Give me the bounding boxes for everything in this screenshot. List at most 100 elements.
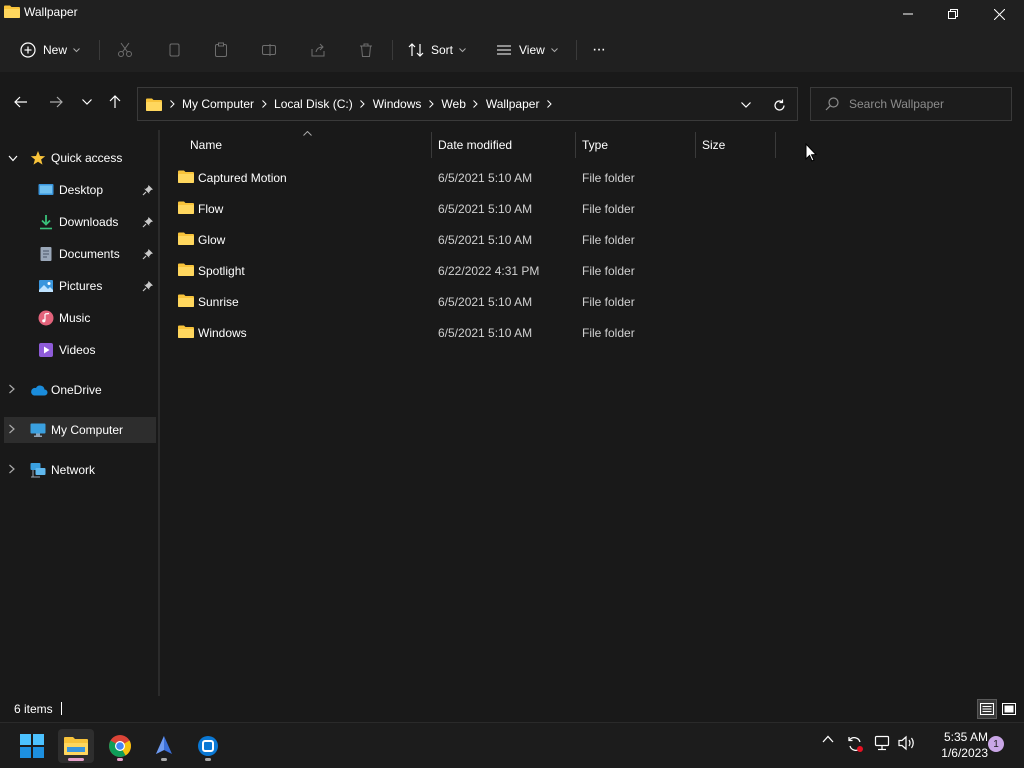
breadcrumb-my-computer[interactable]: My Computer <box>182 97 254 111</box>
column-divider[interactable] <box>775 132 776 158</box>
column-header-type[interactable]: Type <box>582 138 608 152</box>
table-row[interactable]: Captured Motion 6/5/2021 5:10 AM File fo… <box>170 162 780 192</box>
breadcrumb-local-disk[interactable]: Local Disk (C:) <box>274 97 353 111</box>
sidebar-item-network[interactable]: Network <box>4 457 156 483</box>
minimize-button[interactable] <box>885 0 931 28</box>
address-history-button[interactable] <box>738 98 754 112</box>
chevron-down-icon <box>459 47 466 52</box>
column-header-date-modified[interactable]: Date modified <box>438 138 512 152</box>
table-row[interactable]: Windows 6/5/2021 5:10 AM File folder <box>170 317 780 347</box>
breadcrumb: My Computer Local Disk (C:) Windows Web … <box>146 88 559 120</box>
view-label: View <box>519 43 545 57</box>
up-button[interactable] <box>103 88 127 116</box>
rename-button[interactable] <box>261 36 277 64</box>
refresh-icon <box>773 99 785 111</box>
file-type: File folder <box>582 295 635 309</box>
sidebar-item-downloads[interactable]: Downloads <box>4 209 156 235</box>
chevron-right-icon[interactable] <box>8 424 16 434</box>
sidebar-item-documents[interactable]: Documents <box>4 241 156 267</box>
refresh-button[interactable] <box>770 96 788 114</box>
desktop-icon <box>38 184 54 195</box>
chevron-right-icon[interactable] <box>8 464 16 474</box>
running-indicator <box>161 758 167 761</box>
recent-locations-button[interactable] <box>75 88 99 116</box>
restore-button[interactable] <box>930 0 976 28</box>
clock[interactable]: 5:35 AM 1/6/2023 <box>924 729 988 761</box>
file-type: File folder <box>582 233 635 247</box>
sidebar-item-pictures[interactable]: Pictures <box>4 273 156 299</box>
folder-icon <box>178 294 194 307</box>
close-button[interactable] <box>976 0 1022 28</box>
taskbar-file-explorer[interactable] <box>58 729 94 763</box>
cut-button[interactable] <box>117 36 133 64</box>
sort-icon <box>408 43 424 57</box>
sidebar-item-label: Downloads <box>59 215 119 229</box>
clock-date: 1/6/2023 <box>941 746 988 760</box>
forward-button[interactable] <box>44 88 68 116</box>
chevron-right-icon[interactable] <box>539 100 559 108</box>
view-button[interactable]: View <box>496 36 558 64</box>
column-header-name[interactable]: Name <box>190 138 222 152</box>
search-box[interactable] <box>810 87 1012 121</box>
column-divider[interactable] <box>431 132 432 158</box>
notification-badge[interactable]: 1 <box>988 736 1004 752</box>
taskbar: 5:35 AM 1/6/2023 <box>0 722 1024 768</box>
sidebar-item-videos[interactable]: Videos <box>4 337 156 363</box>
show-hidden-icons-button[interactable] <box>822 735 834 743</box>
chevron-right-icon[interactable] <box>466 100 486 108</box>
documents-icon <box>40 247 52 261</box>
folder-icon <box>178 325 194 338</box>
sidebar-item-desktop[interactable]: Desktop <box>4 177 156 203</box>
share-button[interactable] <box>310 36 326 64</box>
breadcrumb-web[interactable]: Web <box>441 97 465 111</box>
sort-label: Sort <box>431 43 454 57</box>
new-button[interactable]: New <box>20 36 80 64</box>
table-row[interactable]: Sunrise 6/5/2021 5:10 AM File folder <box>170 286 780 316</box>
address-bar[interactable]: My Computer Local Disk (C:) Windows Web … <box>137 87 798 121</box>
column-divider[interactable] <box>695 132 696 158</box>
pin-icon[interactable] <box>142 216 154 228</box>
copy-button[interactable] <box>166 36 182 64</box>
pin-icon[interactable] <box>142 248 154 260</box>
back-button[interactable] <box>9 88 33 116</box>
sidebar-item-onedrive[interactable]: OneDrive <box>4 377 156 403</box>
running-indicator <box>117 758 123 761</box>
table-row[interactable]: Flow 6/5/2021 5:10 AM File folder <box>170 193 780 223</box>
column-header-size[interactable]: Size <box>702 138 725 152</box>
see-more-button[interactable]: ··· <box>592 36 606 64</box>
sync-tray-icon[interactable] <box>846 735 864 753</box>
breadcrumb-windows[interactable]: Windows <box>373 97 422 111</box>
sort-button[interactable]: Sort <box>408 36 466 64</box>
column-divider[interactable] <box>575 132 576 158</box>
network-tray-icon[interactable] <box>873 735 891 751</box>
large-icons-view-button[interactable] <box>999 699 1019 719</box>
chevron-right-icon[interactable] <box>421 100 441 108</box>
sidebar-item-label: Videos <box>59 343 96 357</box>
details-view-button[interactable] <box>977 699 997 719</box>
chevron-right-icon[interactable] <box>8 384 16 394</box>
taskbar-app[interactable] <box>190 729 226 763</box>
pin-icon[interactable] <box>142 184 154 196</box>
start-button[interactable] <box>14 729 50 763</box>
breadcrumb-wallpaper[interactable]: Wallpaper <box>486 97 540 111</box>
sidebar-item-music[interactable]: Music <box>4 305 156 331</box>
plus-circle-icon <box>20 42 36 58</box>
chevron-right-icon[interactable] <box>353 100 373 108</box>
sidebar-item-my-computer[interactable]: My Computer <box>4 417 156 443</box>
folder-icon <box>178 170 194 183</box>
music-icon <box>38 310 54 326</box>
delete-button[interactable] <box>358 36 374 64</box>
file-name: Glow <box>198 233 226 247</box>
file-explorer-icon <box>64 737 88 755</box>
table-row[interactable]: Glow 6/5/2021 5:10 AM File folder <box>170 224 780 254</box>
file-name: Flow <box>198 202 224 216</box>
table-row[interactable]: Spotlight 6/22/2022 4:31 PM File folder <box>170 255 780 285</box>
paste-button[interactable] <box>213 36 229 64</box>
volume-tray-icon[interactable] <box>898 735 916 751</box>
taskbar-chrome[interactable] <box>102 729 138 763</box>
pin-icon[interactable] <box>142 280 154 292</box>
sidebar-item-quick-access[interactable]: Quick access <box>4 145 156 171</box>
chevron-right-icon[interactable] <box>254 100 274 108</box>
search-input[interactable] <box>849 96 1004 112</box>
taskbar-app[interactable] <box>146 729 182 763</box>
